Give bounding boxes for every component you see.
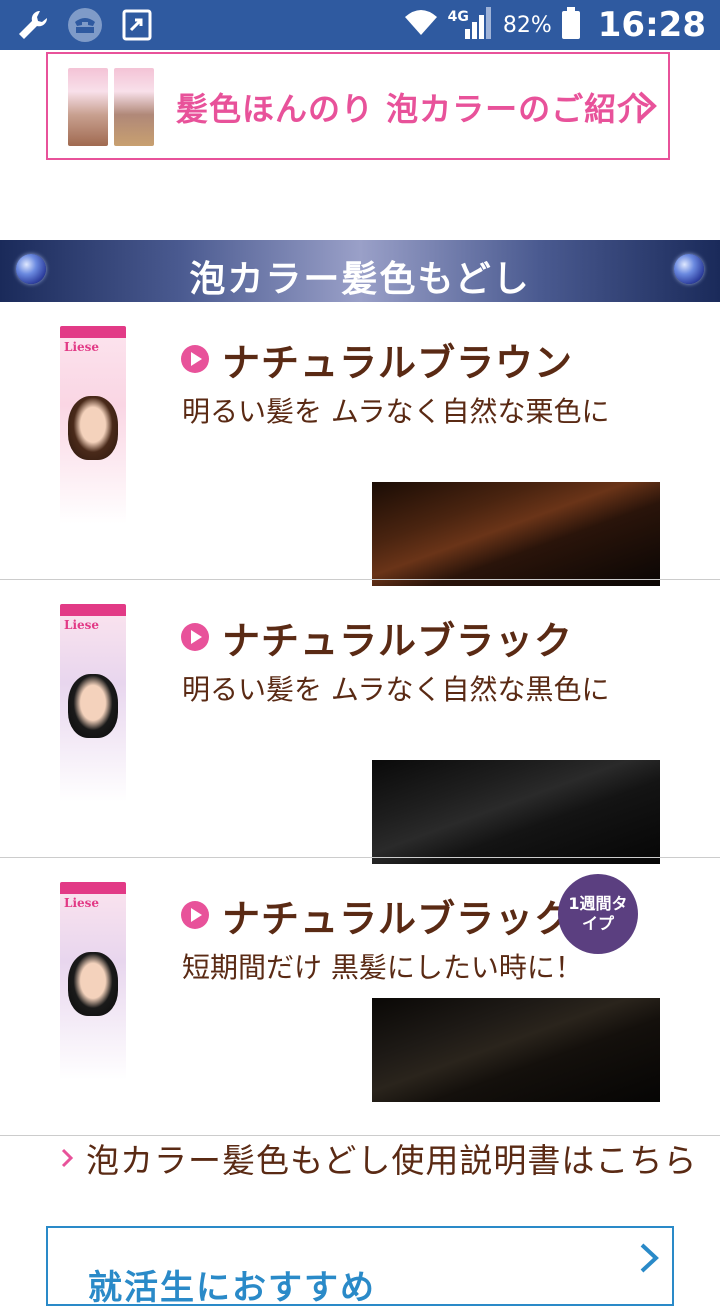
awa-color-intro-banner[interactable]: 髪色ほんのり 泡カラーのご紹介 — [46, 52, 670, 160]
hair-color-swatch — [372, 760, 660, 864]
signal-icon — [464, 7, 493, 43]
network-type: 4G — [447, 9, 469, 25]
product-description: 明るい髪を ムラなく自然な黒色に — [182, 673, 610, 706]
product-thumbnail — [114, 68, 154, 146]
manual-link-text: 泡カラー髪色もどし使用説明書はこちら — [86, 1141, 698, 1180]
play-icon — [180, 622, 210, 652]
manual-link[interactable]: 泡カラー髪色もどし使用説明書はこちら — [60, 1134, 697, 1182]
one-week-type-badge: 1週間タイプ — [558, 874, 638, 954]
section-header: 泡カラー髪色もどし — [0, 240, 720, 302]
chevron-right-icon — [638, 1242, 660, 1278]
voicemail-icon — [66, 6, 104, 44]
product-box-image: Liese — [60, 882, 126, 1080]
product-name: ナチュラルブラック — [222, 619, 574, 663]
hair-color-swatch — [372, 482, 660, 586]
battery-percent: 82% — [502, 12, 552, 38]
product-box-image: Liese — [60, 326, 126, 524]
section-title: 泡カラー髪色もどし — [189, 259, 531, 300]
cast-icon — [118, 6, 156, 44]
product-name: ナチュラルブラック — [222, 897, 574, 941]
wrench-icon — [14, 6, 52, 44]
wifi-icon — [404, 9, 438, 41]
play-icon — [180, 344, 210, 374]
product-box-image: Liese — [60, 604, 126, 802]
chevron-right-icon — [60, 1147, 74, 1169]
play-icon — [180, 900, 210, 930]
chevron-right-icon — [636, 90, 658, 126]
banner-text: 髪色ほんのり 泡カラーのご紹介 — [176, 90, 651, 128]
product-description: 明るい髪を ムラなく自然な栗色に — [182, 395, 610, 428]
gem-icon — [674, 254, 704, 284]
product-thumbnails — [68, 68, 154, 146]
product-item-natural-black[interactable]: Liese ナチュラルブラック 明るい髪を ムラなく自然な黒色に — [0, 580, 720, 864]
battery-icon — [561, 7, 580, 43]
product-item-natural-black-1week[interactable]: Liese ナチュラルブラック 1週間タイプ 短期間だけ 黒髪にしたい時に！ — [0, 858, 720, 1136]
bottom-banner-text: 就活生におすすめ — [88, 1268, 376, 1306]
status-bar: 4G 82% 16:28 — [0, 0, 720, 50]
product-thumbnail — [68, 68, 108, 146]
hair-color-swatch — [372, 998, 660, 1102]
product-item-natural-brown[interactable]: Liese ナチュラルブラウン 明るい髪を ムラなく自然な栗色に — [0, 302, 720, 586]
product-description: 短期間だけ 黒髪にしたい時に！ — [182, 951, 583, 984]
product-name: ナチュラルブラウン — [222, 341, 574, 385]
clock: 16:28 — [597, 5, 706, 45]
job-hunting-banner[interactable]: 就活生におすすめ — [46, 1226, 674, 1306]
